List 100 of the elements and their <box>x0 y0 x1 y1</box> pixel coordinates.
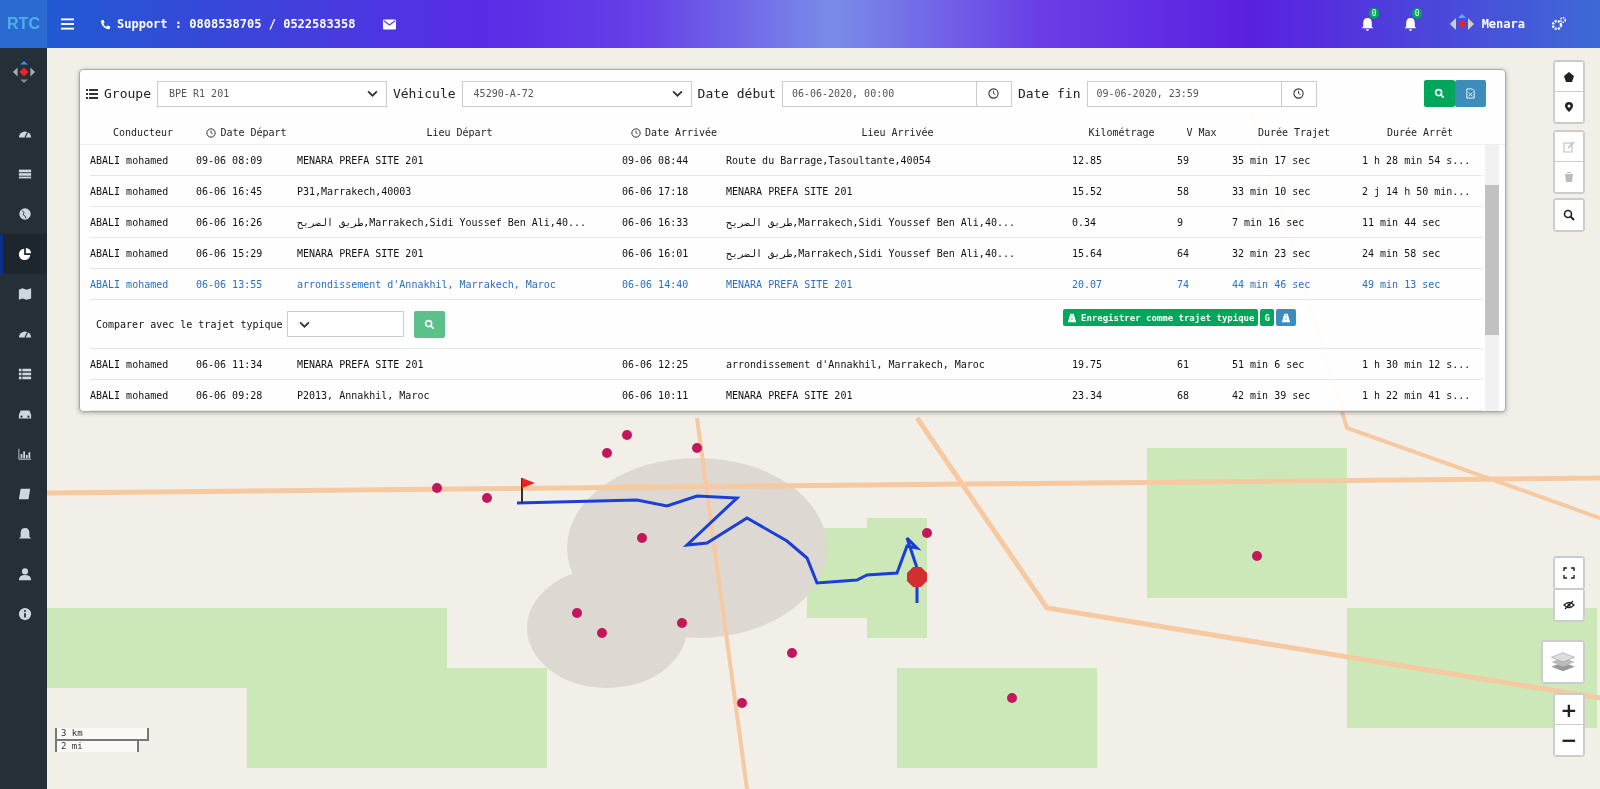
table-cell-text: 61 <box>1176 358 1191 370</box>
table-cell-text: MENARA PREFA SITE 201 <box>297 154 425 166</box>
hide-button[interactable] <box>1555 590 1583 620</box>
menu-icon[interactable] <box>61 18 74 30</box>
fullscreen-button[interactable] <box>1555 558 1583 588</box>
chart-icon <box>18 447 32 461</box>
trip-row[interactable]: ABALI mohamed 06-06 11:34 MENARA PREFA SITE 201 06-06 12:25 arrondissement d'Annakhil, Marrakech, Maroc 19.75 61 51 min 6 sec 1 h 30 min 12 s... <box>90 349 1483 380</box>
column-header[interactable]: Date Départ <box>220 127 287 138</box>
scrollbar[interactable] <box>1485 145 1499 411</box>
map-pin[interactable] <box>692 443 702 453</box>
map-pin[interactable] <box>432 483 442 493</box>
search-button[interactable] <box>1555 200 1583 230</box>
table-cell-text: طريق الضريح,Marrakech,Sidi Youssef Ben Ali,40... <box>726 247 1016 259</box>
edit-icon <box>1563 140 1575 153</box>
map-pin[interactable] <box>572 608 582 618</box>
table-cell-text: 06-06 11:34 <box>196 358 264 370</box>
road-button[interactable] <box>1275 309 1296 326</box>
table-cell-text: MENARA PREFA SITE 201 <box>726 389 854 401</box>
sidebar-pie-item[interactable] <box>0 234 47 274</box>
fullscreen-icon <box>1563 567 1575 579</box>
table-cell-text: 35 min 17 sec <box>1231 154 1312 166</box>
table-cell-text: ABALI mohamed <box>90 216 170 228</box>
map-pin[interactable] <box>597 628 607 638</box>
trip-row[interactable]: ABALI mohamed 06-06 09:28 P2013, Annakhil, Maroc 06-06 10:11 MENARA PREFA SITE 201 23.34 68 42 min 39 sec 1 h 22 min 41 s... <box>90 380 1483 411</box>
trash-icon <box>1563 171 1575 183</box>
table-cell-text: 15.52 <box>1071 185 1104 197</box>
table-cell-text: 64 <box>1176 247 1191 259</box>
trip-row[interactable]: ABALI mohamed 06-06 13:55 arrondissement d'Annakhil, Marrakech, Maroc 06-06 14:40 MENARA PREFA SITE 201 20.07 74 44 min 46 sec 49 min 13 sec <box>90 269 1483 300</box>
clock-button[interactable] <box>1281 80 1317 107</box>
map-pin[interactable] <box>622 430 632 440</box>
column-header[interactable]: Durée Trajet <box>1257 127 1331 138</box>
bell-icon <box>18 527 32 541</box>
table-cell-text: 1 h 30 min 12 s... <box>1361 358 1472 370</box>
table-cell-text: 74 <box>1176 278 1191 290</box>
end-date-label: Date fin <box>1017 86 1081 101</box>
table-cell-text: ABALI mohamed <box>90 247 170 259</box>
map-pin[interactable] <box>922 528 932 538</box>
table-cell-text: 7 min 16 sec <box>1231 216 1306 228</box>
search-icon <box>1434 88 1445 99</box>
compare-label: Comparer avec le trajet typique <box>96 318 283 330</box>
map-pin[interactable] <box>677 618 687 628</box>
map-pin[interactable] <box>737 698 747 708</box>
group-label: Groupe <box>104 86 151 101</box>
eye-slash-icon <box>1563 599 1575 611</box>
road-icon <box>1280 312 1291 323</box>
table-cell-text: 42 min 39 sec <box>1231 389 1312 401</box>
column-header[interactable]: Lieu Arrivée <box>861 127 934 138</box>
column-header[interactable]: V Max <box>1186 127 1217 138</box>
trip-row[interactable]: ABALI mohamed 09-06 08:09 MENARA PREFA SITE 201 09-06 08:44 Route du Barrage,Tasoultante,40054 12.85 59 35 min 17 sec 1 h 28 min 54 s... <box>90 145 1483 176</box>
table-cell-text: 23.34 <box>1071 389 1104 401</box>
column-header[interactable]: Date Arrivée <box>644 127 718 138</box>
table-cell-text: ABALI mohamed <box>90 389 170 401</box>
notification-count-badge: 0 <box>1411 8 1423 19</box>
table-cell-text: 33 min 10 sec <box>1231 185 1312 197</box>
start-date-field[interactable]: 06-06-2020, 00:00 <box>781 80 977 107</box>
table-cell-text: 2 j 14 h 50 min... <box>1361 185 1472 197</box>
column-header[interactable]: Conducteur <box>112 127 174 138</box>
mail-icon[interactable] <box>383 18 397 30</box>
start-date-label: Date début <box>697 86 776 101</box>
excel-file-icon <box>1465 88 1476 99</box>
table-cell-text: 06-06 17:18 <box>622 185 690 197</box>
bell-icon[interactable] <box>1403 17 1417 31</box>
map-pin[interactable] <box>1007 693 1017 703</box>
clock-icon <box>630 127 641 138</box>
map-pin[interactable] <box>1252 551 1262 561</box>
table-cell-text: arrondissement d'Annakhil, Marrakech, Maroc <box>726 358 986 370</box>
clock-button[interactable] <box>976 80 1012 107</box>
column-header[interactable]: Kilométrage <box>1088 127 1155 138</box>
map-pin[interactable] <box>602 448 612 458</box>
book-icon <box>18 487 32 501</box>
end-date-field[interactable]: 09-06-2020, 23:59 <box>1086 80 1282 107</box>
table-cell-text: 32 min 23 sec <box>1231 247 1312 259</box>
group-select[interactable]: BPE R1 201 <box>156 80 387 107</box>
map-pin[interactable] <box>637 533 647 543</box>
map-pin[interactable] <box>787 648 797 658</box>
vehicle-select[interactable]: 45290-A-72 <box>461 80 692 107</box>
road-icon <box>1067 312 1077 323</box>
clock-icon <box>988 88 1000 99</box>
user-name[interactable]: Menara <box>1481 17 1525 31</box>
pentagon-icon <box>1563 70 1575 83</box>
table-cell-text: 09-06 08:09 <box>196 154 264 166</box>
column-header[interactable]: Durée Arrêt <box>1386 127 1454 138</box>
table-cell-text: Route du Barrage,Tasoultante,40054 <box>726 154 932 166</box>
settings-icon[interactable] <box>1552 17 1566 31</box>
table-cell-text: 9 <box>1176 216 1185 228</box>
user-icon <box>18 567 32 581</box>
table-cell-text: 1 h 28 min 54 s... <box>1361 154 1472 166</box>
pie-icon <box>18 247 32 261</box>
draw-polygon-button[interactable] <box>1555 62 1583 92</box>
zoom-in-button[interactable]: + <box>1555 695 1583 725</box>
trip-row[interactable]: ABALI mohamed 06-06 16:45 P31,Marrakech,40003 06-06 17:18 MENARA PREFA SITE 201 15.52 58 33 min 10 sec 2 j 14 h 50 min... <box>90 176 1483 207</box>
brand-logo-icon <box>11 60 36 84</box>
map-pin[interactable] <box>482 493 492 503</box>
list-icon <box>86 88 98 99</box>
column-header[interactable]: Lieu Départ <box>426 127 493 138</box>
bell-icon[interactable] <box>1360 17 1374 31</box>
layers-button[interactable] <box>1543 642 1583 682</box>
scale-bar-mi: 2 mi <box>55 741 139 752</box>
table-cell-text: MENARA PREFA SITE 201 <box>297 247 425 259</box>
info-icon <box>18 607 32 621</box>
